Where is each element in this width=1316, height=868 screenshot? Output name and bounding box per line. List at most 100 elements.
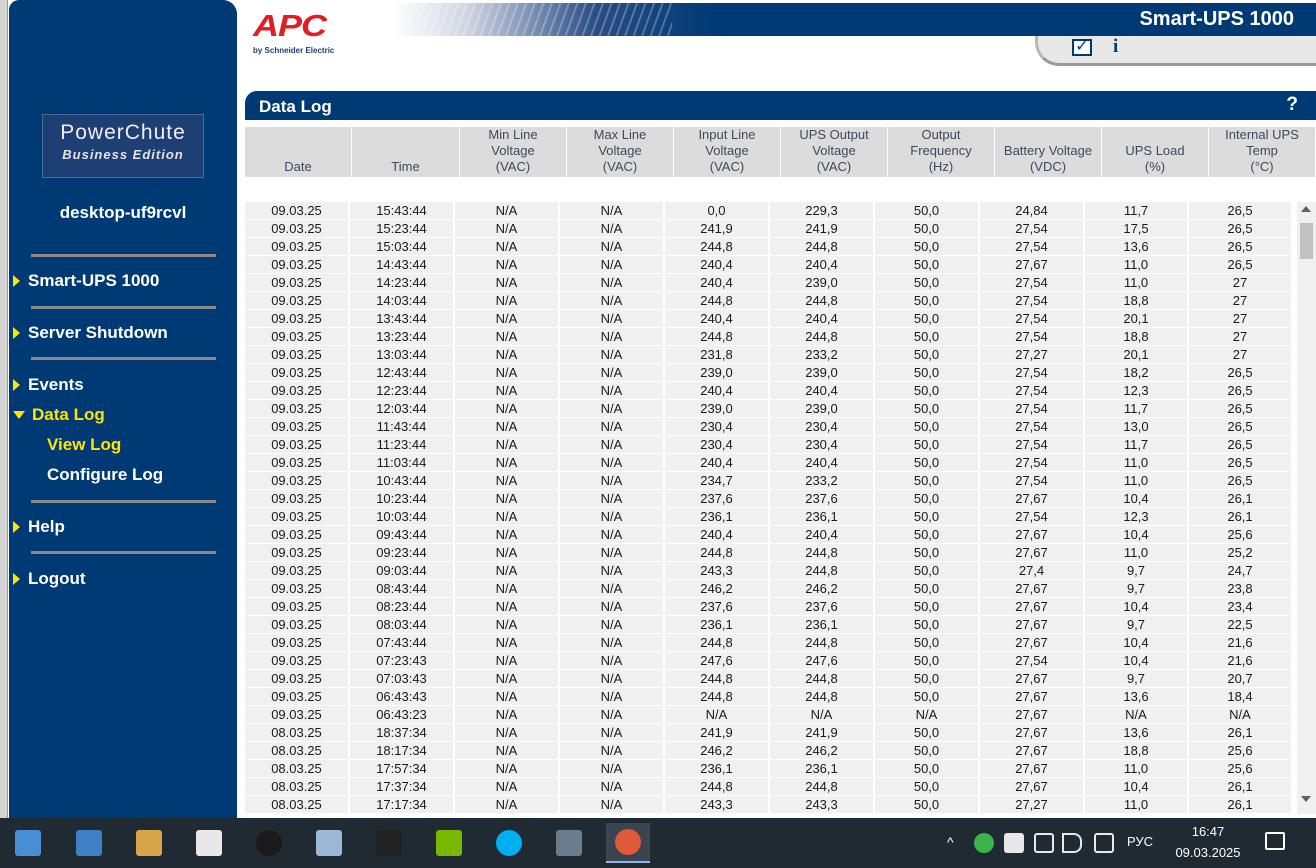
table-cell: N/A [455, 706, 560, 724]
table-cell: 25,6 [1189, 526, 1293, 544]
taskbar-app[interactable] [247, 823, 291, 863]
table-row: 09.03.25 08:23:44 N/A N/A 237,6 237,6 50,0 27,6… [245, 598, 1297, 616]
vertical-scrollbar[interactable] [1297, 202, 1316, 814]
photo-icon [556, 830, 582, 856]
table-cell: 244,8 [770, 670, 875, 688]
help-icon[interactable]: ? [1286, 94, 1298, 116]
taskbar-app[interactable] [606, 823, 650, 863]
table-cell: 27,54 [980, 364, 1085, 382]
table-cell: 50,0 [875, 310, 980, 328]
table-cell: 08.03.25 [245, 760, 350, 778]
table-cell: 22,5 [1189, 616, 1293, 634]
sidebar-item-help[interactable]: Help [13, 516, 65, 538]
table-cell: 50,0 [875, 634, 980, 652]
scroll-up-icon[interactable] [1301, 206, 1311, 212]
table-cell: 27,54 [980, 274, 1085, 292]
sidebar-item-logout[interactable]: Logout [13, 568, 86, 590]
table-cell: 50,0 [875, 688, 980, 706]
taskbar-app[interactable] [67, 823, 111, 863]
table-cell: 27,54 [980, 238, 1085, 256]
column-header-line: UPS Output [799, 127, 869, 142]
sidebar-item-server-shutdown[interactable]: Server Shutdown [13, 322, 168, 344]
scroll-thumb[interactable] [1300, 223, 1313, 259]
table-cell: 244,8 [770, 292, 875, 310]
table-cell: 15:03:44 [350, 238, 455, 256]
sidebar-item-smart-ups[interactable]: Smart-UPS 1000 [13, 270, 159, 292]
header: APC by Schneider Electric Smart-UPS 1000… [237, 0, 1316, 90]
table-row: 09.03.25 09:03:44 N/A N/A 243,3 244,8 50,0 27,4… [245, 562, 1297, 580]
info-icon[interactable]: i [1113, 36, 1118, 58]
taskbar-app[interactable] [127, 823, 171, 863]
table-cell: N/A [455, 202, 560, 220]
table-cell: 08.03.25 [245, 742, 350, 760]
clock-time[interactable]: 16:47 [1178, 824, 1238, 839]
table-cell: 246,2 [770, 742, 875, 760]
scroll-down-icon[interactable] [1301, 796, 1311, 802]
table-cell: 241,9 [770, 220, 875, 238]
taskbar-app[interactable] [367, 823, 411, 863]
table-cell: 27,54 [980, 436, 1085, 454]
table-cell: 244,8 [770, 562, 875, 580]
table-row: 08.03.25 17:17:34 N/A N/A 243,3 243,3 50,0 27,2… [245, 796, 1297, 814]
notification-icon[interactable] [1265, 832, 1285, 850]
taskbar-app[interactable] [6, 823, 50, 863]
table-cell: N/A [455, 292, 560, 310]
taskbar-app[interactable] [547, 823, 591, 863]
sidebar-item-data-log[interactable]: Data Log [13, 404, 105, 426]
table-cell: 10,4 [1085, 634, 1189, 652]
table-cell: 27,67 [980, 742, 1085, 760]
logo-title: PowerChute [60, 121, 186, 144]
table-cell: N/A [455, 544, 560, 562]
language-indicator[interactable]: РУС [1127, 834, 1153, 849]
table-cell: N/A [455, 364, 560, 382]
table-cell: 50,0 [875, 526, 980, 544]
table-cell: 230,4 [665, 436, 770, 454]
table-row: 09.03.25 13:23:44 N/A N/A 244,8 244,8 50,0 27,5… [245, 328, 1297, 346]
calculator-icon [196, 830, 222, 856]
sidebar-item-label: Server Shutdown [28, 323, 168, 342]
table-cell: 9,7 [1085, 562, 1189, 580]
table-cell: N/A [560, 508, 665, 526]
table-cell: 18,8 [1085, 328, 1189, 346]
network-icon[interactable] [1094, 833, 1114, 853]
skype-icon [496, 830, 522, 856]
sidebar-item-events[interactable]: Events [13, 374, 84, 396]
table-cell: 09.03.25 [245, 310, 350, 328]
table-cell: 08.03.25 [245, 724, 350, 742]
tray-expand-icon[interactable]: ^ [947, 834, 954, 850]
table-cell: 246,2 [665, 742, 770, 760]
table-cell: 26,5 [1189, 364, 1293, 382]
table-cell: 18:17:34 [350, 742, 455, 760]
table-cell: 24,7 [1189, 562, 1293, 580]
table-cell: 50,0 [875, 400, 980, 418]
table-cell: N/A [1085, 706, 1189, 724]
pen-icon[interactable] [1034, 833, 1054, 853]
table-cell: N/A [560, 418, 665, 436]
taskbar-app[interactable] [307, 823, 351, 863]
taskbar-app[interactable] [487, 823, 531, 863]
table-cell: 247,6 [770, 652, 875, 670]
sidebar-subitem-configure-log[interactable]: Configure Log [47, 465, 163, 487]
table-cell: N/A [560, 310, 665, 328]
nvidia-tray-icon[interactable] [1004, 833, 1024, 853]
table-cell: 09.03.25 [245, 634, 350, 652]
clock-date[interactable]: 09.03.2025 [1168, 845, 1248, 860]
shield-icon[interactable] [974, 833, 994, 853]
volume-icon[interactable] [1062, 833, 1082, 853]
taskbar-app[interactable] [427, 823, 471, 863]
table-cell: N/A [455, 760, 560, 778]
sidebar-subitem-view-log[interactable]: View Log [47, 435, 121, 457]
table-cell: 27 [1189, 346, 1293, 364]
table-cell: 236,1 [770, 616, 875, 634]
column-header-line: (VDC) [1029, 159, 1067, 174]
table-cell: 17:37:34 [350, 778, 455, 796]
taskbar-app[interactable] [187, 823, 231, 863]
table-cell: 09:03:44 [350, 562, 455, 580]
powerchute-logo: PowerChute Business Edition [42, 114, 204, 178]
taskbar: ^ РУС 16:47 09.03.2025 [0, 818, 1316, 868]
table-cell: 240,4 [770, 256, 875, 274]
column-header-line [1125, 127, 1184, 143]
table-cell: N/A [1189, 706, 1293, 724]
table-cell: 27,67 [980, 544, 1085, 562]
checkbox-icon[interactable]: ✓ [1072, 39, 1092, 56]
